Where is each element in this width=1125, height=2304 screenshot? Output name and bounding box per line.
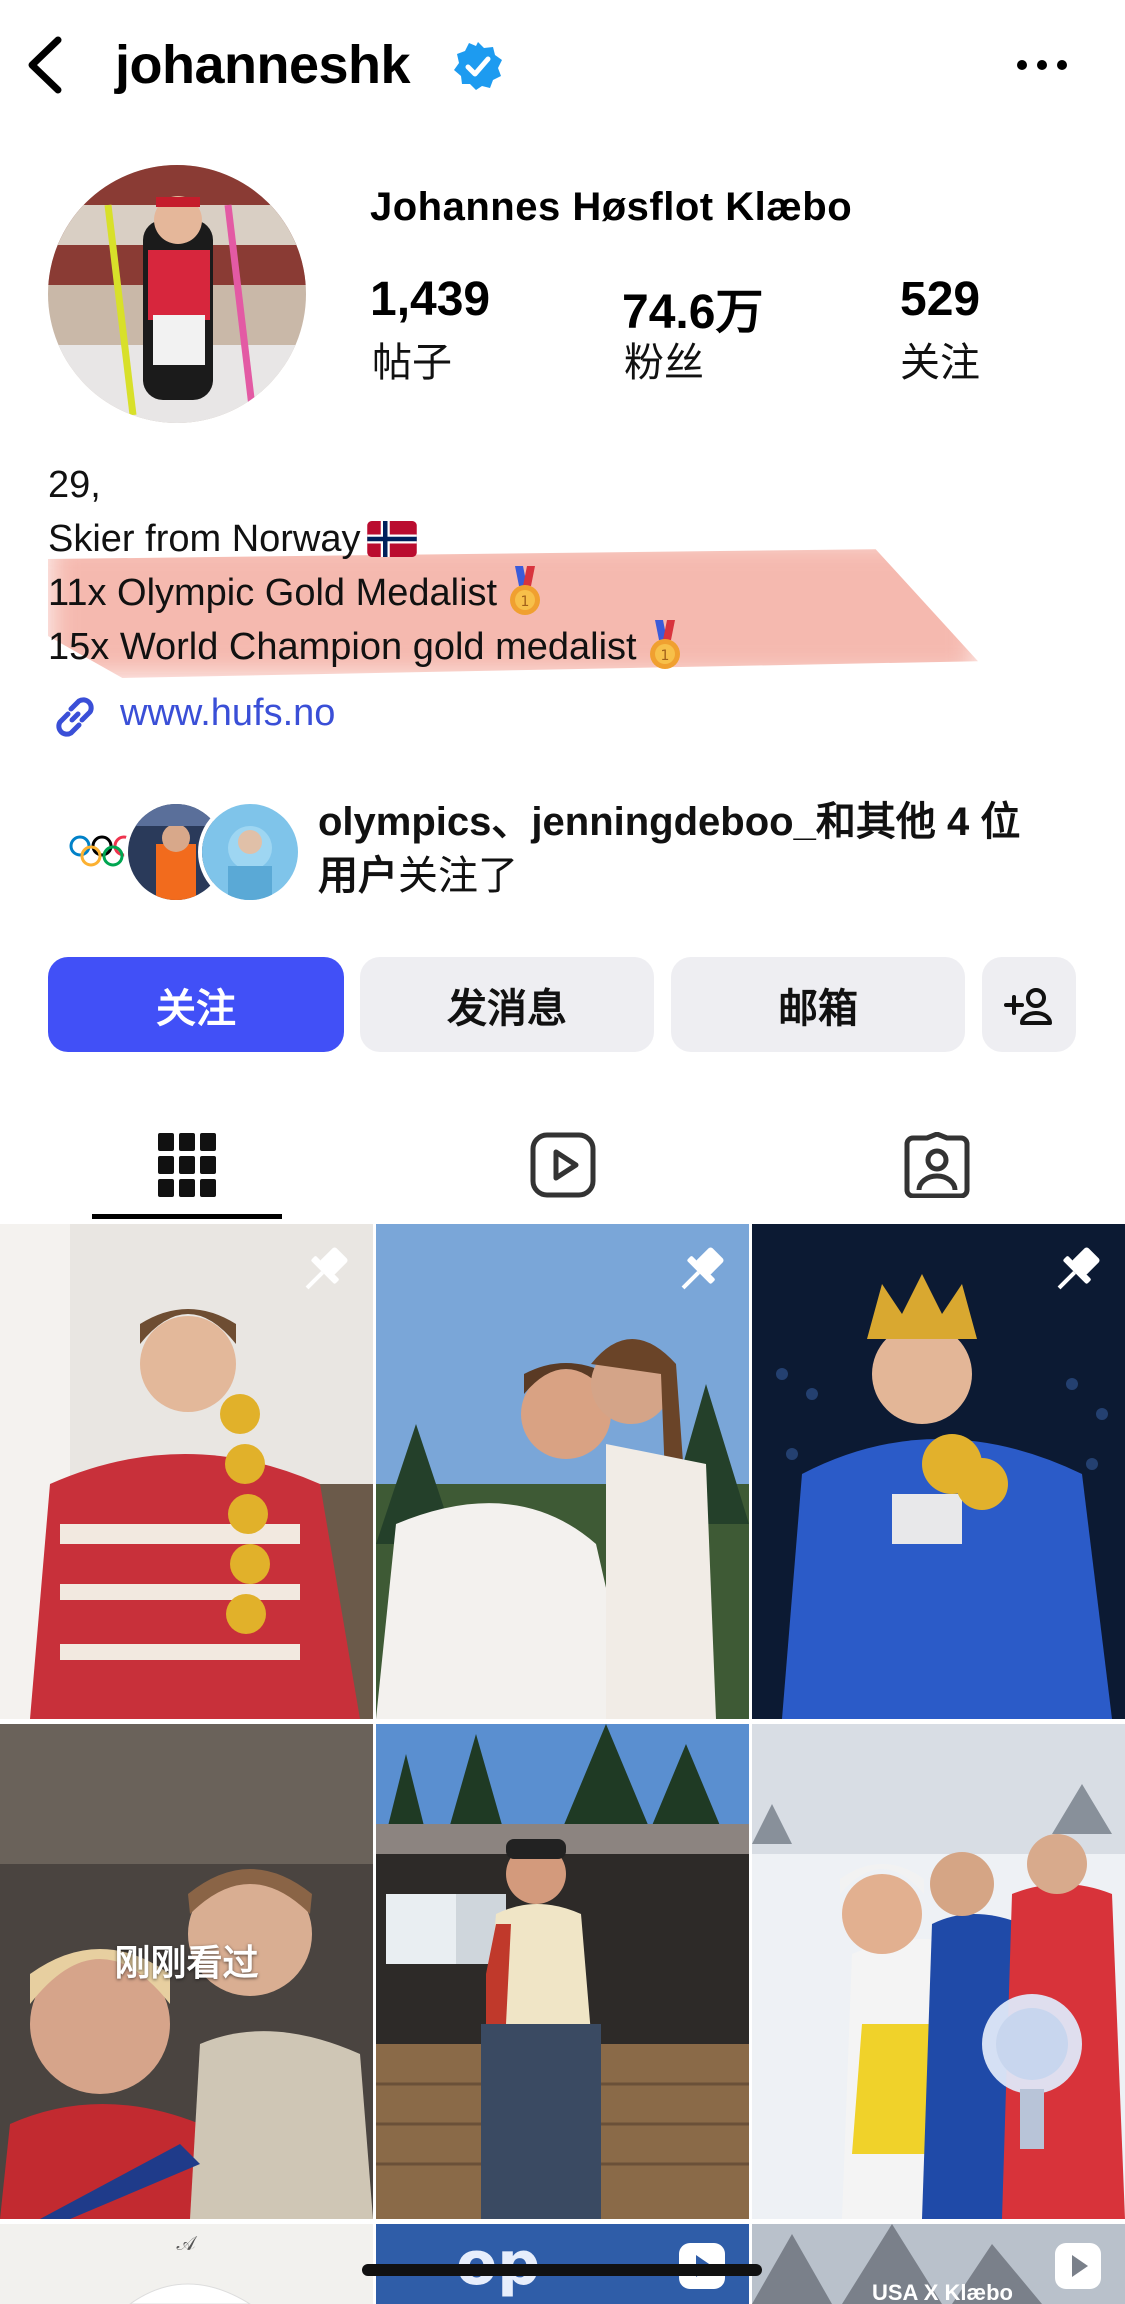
message-button[interactable]: 发消息	[360, 957, 654, 1052]
followed-by-names: olympics、jenningdeboo_	[318, 800, 816, 844]
email-button[interactable]: 邮箱	[671, 957, 965, 1052]
following-count[interactable]: 529	[900, 272, 980, 327]
followed-by-suffix: 关注了	[398, 854, 518, 898]
home-indicator	[362, 2264, 762, 2276]
bio-line-country: Skier from Norway	[48, 512, 417, 566]
pinned-icon	[1057, 1247, 1100, 1290]
post-tile[interactable]	[376, 1224, 749, 1719]
reel-icon	[1055, 2243, 1101, 2289]
bio-world-text: 15x World Champion gold medalist	[48, 626, 637, 668]
followed-by-avatars[interactable]	[50, 800, 302, 904]
norway-flag-icon	[366, 521, 417, 557]
verified-badge-icon	[454, 42, 502, 90]
post-caption-partial: USA X Klæbo	[872, 2280, 1013, 2304]
post-tile[interactable]	[752, 1224, 1125, 1719]
profile-website-link[interactable]: www.hufs.no	[120, 692, 335, 735]
tagged-icon	[904, 1132, 970, 1198]
tab-reels[interactable]	[468, 1110, 658, 1220]
post-tile[interactable]: USA X Klæbo	[752, 2224, 1125, 2304]
followed-by-count: 和其他 4 位	[815, 800, 1021, 844]
medal-icon: 1	[649, 620, 680, 669]
profile-username: johanneshk	[115, 35, 411, 95]
svg-text:𝒜: 𝒜	[177, 2231, 198, 2255]
followers-label[interactable]: 粉丝	[624, 330, 704, 388]
post-tile[interactable]	[752, 1724, 1125, 2219]
following-label[interactable]: 关注	[900, 330, 980, 388]
more-options-icon[interactable]	[1012, 50, 1072, 80]
post-tile[interactable]	[0, 1224, 373, 1719]
followed-by-text[interactable]: olympics、jenningdeboo_和其他 4 位 用户关注了	[318, 795, 1088, 903]
post-tile[interactable]: 𝒜	[0, 2224, 373, 2304]
post-tile[interactable]: 刚刚看过	[0, 1724, 373, 2219]
grid-icon	[158, 1133, 216, 1197]
link-icon	[56, 697, 94, 737]
back-arrow-icon[interactable]	[18, 30, 78, 100]
posts-count[interactable]: 1,439	[370, 272, 490, 327]
suggested-users-button[interactable]	[982, 957, 1076, 1052]
add-user-icon	[1004, 987, 1052, 1025]
tab-tagged[interactable]	[842, 1110, 1032, 1220]
bio-line-world: 15x World Champion gold medalist 1	[48, 620, 685, 674]
profile-avatar[interactable]	[48, 165, 306, 423]
bio-line-olympic: 11x Olympic Gold Medalist 1	[48, 566, 545, 620]
medal-icon: 1	[510, 566, 541, 615]
pinned-icon	[305, 1247, 348, 1290]
tab-posts-grid[interactable]	[92, 1110, 282, 1220]
follower-avatar-3	[198, 800, 302, 904]
reels-icon	[530, 1132, 596, 1198]
svg-text:1: 1	[660, 648, 669, 664]
post-tile[interactable]	[376, 1724, 749, 2219]
follow-button[interactable]: 关注	[48, 957, 344, 1052]
svg-text:1: 1	[521, 594, 530, 610]
active-tab-indicator	[92, 1214, 282, 1219]
recently-viewed-label: 刚刚看过	[114, 1942, 259, 1983]
followed-by-users: 用户	[318, 854, 398, 898]
profile-full-name: Johannes Høsflot Klæbo	[370, 185, 853, 229]
posts-label[interactable]: 帖子	[372, 330, 452, 388]
bio-olympic-text: 11x Olympic Gold Medalist	[48, 572, 498, 614]
recently-viewed-overlay: 刚刚看过	[0, 1934, 373, 1986]
bio-country-text: Skier from Norway	[48, 518, 361, 560]
pinned-icon	[681, 1247, 724, 1290]
bio-line-age: 29,	[48, 464, 101, 506]
